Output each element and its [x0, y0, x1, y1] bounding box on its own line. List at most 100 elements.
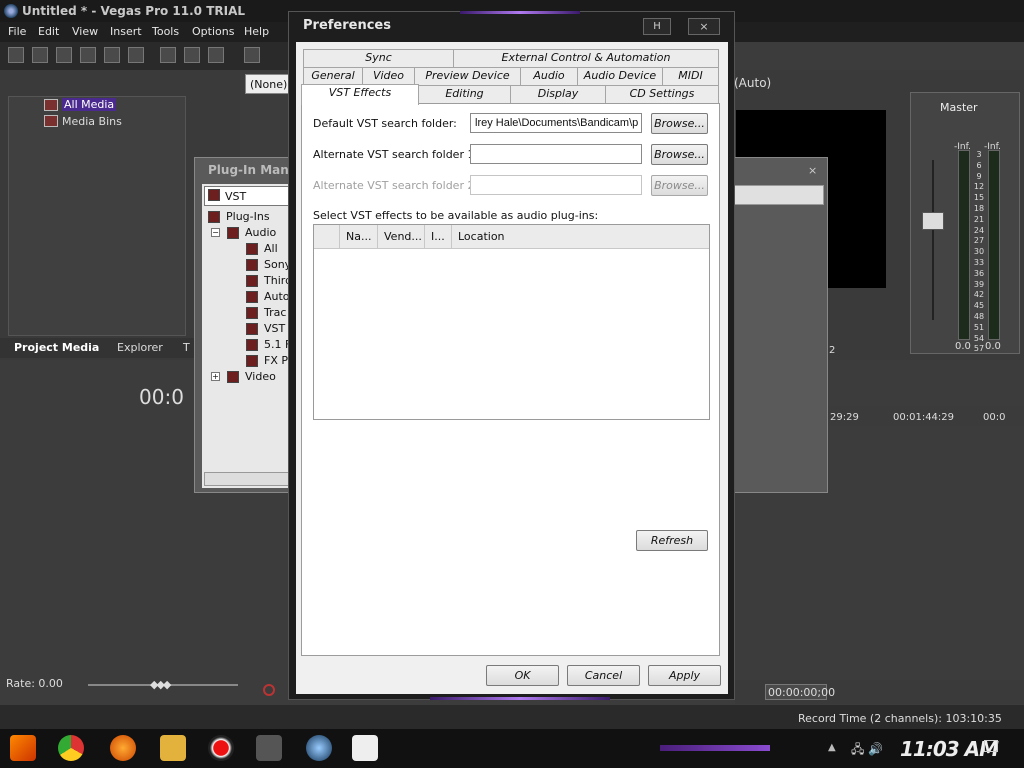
- render-icon[interactable]: [104, 47, 120, 63]
- col-id[interactable]: I...: [425, 225, 452, 249]
- none-selector[interactable]: (None): [245, 74, 289, 94]
- new-icon[interactable]: [8, 47, 24, 63]
- col-name[interactable]: Na...: [340, 225, 378, 249]
- tray-expand-icon[interactable]: ▲: [828, 742, 836, 753]
- file-explorer-icon[interactable]: [160, 735, 186, 761]
- plugin-tree-item[interactable]: Audio: [245, 226, 276, 239]
- dialog-close-button[interactable]: ×: [688, 18, 720, 35]
- db-scale-mark: 42: [973, 290, 985, 300]
- firefox-icon[interactable]: [110, 735, 136, 761]
- bandicam-icon[interactable]: [208, 735, 234, 761]
- plugin-tree-item[interactable]: All: [264, 242, 278, 255]
- menu-options[interactable]: Options: [192, 25, 234, 38]
- tab-project-media[interactable]: Project Media: [14, 341, 99, 354]
- plugin-tree-item[interactable]: Plug-Ins: [226, 210, 270, 223]
- ruler-label: 29:29: [830, 412, 859, 423]
- db-scale-mark: 30: [973, 247, 985, 257]
- cursor-time-field[interactable]: 00:00:00;00: [765, 684, 835, 700]
- rate-slider-thumb-icon[interactable]: ◆◆◆: [150, 678, 174, 691]
- start-icon[interactable]: [10, 735, 36, 761]
- tab-display[interactable]: Display: [510, 85, 606, 103]
- fader-track: [932, 160, 934, 320]
- expand-icon[interactable]: +: [211, 372, 220, 381]
- tab-explorer[interactable]: Explorer: [117, 341, 163, 354]
- tab-transitions[interactable]: T: [183, 341, 190, 354]
- col-checkbox[interactable]: [314, 225, 340, 249]
- meter-left: [958, 150, 970, 340]
- master-label: Master: [940, 101, 978, 114]
- alt-folder-2-field[interactable]: [470, 175, 642, 195]
- app-title: Untitled * - Vegas Pro 11.0 TRIAL: [22, 4, 246, 18]
- tab-cd-settings[interactable]: CD Settings: [605, 85, 719, 103]
- browse-alt-2-button[interactable]: Browse...: [651, 175, 708, 196]
- menu-help[interactable]: Help: [244, 25, 269, 38]
- browse-alt-1-button[interactable]: Browse...: [651, 144, 708, 165]
- properties-icon[interactable]: [128, 47, 144, 63]
- preview-quality-selector[interactable]: (Auto): [734, 76, 771, 90]
- tab-audio-device[interactable]: Audio Device: [577, 67, 663, 85]
- browse-default-button[interactable]: Browse...: [651, 113, 708, 134]
- alt-folder-1-field[interactable]: [470, 144, 642, 164]
- system-tray-icons[interactable]: 🖧 🔊: [851, 740, 883, 761]
- dialog-accent-top: [460, 11, 580, 14]
- plugin-tree-item[interactable]: Video: [245, 370, 276, 383]
- col-vendor[interactable]: Vend...: [378, 225, 425, 249]
- apply-button[interactable]: Apply: [648, 665, 721, 686]
- tab-sync[interactable]: Sync: [303, 49, 454, 67]
- save-as-icon[interactable]: [80, 47, 96, 63]
- undo-icon[interactable]: [244, 47, 260, 63]
- db-scale-mark: 27: [973, 236, 985, 246]
- dialog-help-button[interactable]: H: [643, 18, 671, 35]
- menu-insert[interactable]: Insert: [110, 25, 142, 38]
- cancel-button[interactable]: Cancel: [567, 665, 640, 686]
- plugin-folder-icon: [208, 211, 220, 223]
- col-location[interactable]: Location: [452, 225, 709, 249]
- tab-external-control[interactable]: External Control & Automation: [453, 49, 719, 67]
- refresh-button[interactable]: Refresh: [636, 530, 708, 551]
- tab-general[interactable]: General: [303, 67, 363, 85]
- plugin-folder-icon: [246, 291, 258, 303]
- all-media-item[interactable]: All Media: [62, 98, 117, 111]
- tab-video[interactable]: Video: [362, 67, 415, 85]
- tab-preview-device[interactable]: Preview Device: [414, 67, 521, 85]
- notification-icon[interactable]: [984, 740, 998, 752]
- default-folder-field[interactable]: lrey Hale\Documents\Bandicam\p: [470, 113, 642, 133]
- plugin-folder-icon: [246, 243, 258, 255]
- alt-folder-1-label: Alternate VST search folder 1:: [313, 148, 479, 161]
- menu-file[interactable]: File: [8, 25, 26, 38]
- chrome-icon[interactable]: [58, 735, 84, 761]
- tab-vst-effects[interactable]: VST Effects: [301, 84, 419, 105]
- db-scale-mark: 33: [973, 257, 985, 267]
- ok-button[interactable]: OK: [486, 665, 559, 686]
- vst-effects-list[interactable]: [313, 224, 710, 420]
- tab-editing[interactable]: Editing: [418, 85, 511, 103]
- plugin-tree-item[interactable]: Trac: [264, 306, 286, 319]
- 7zip-icon[interactable]: [352, 735, 378, 761]
- open-icon[interactable]: [32, 47, 48, 63]
- menu-edit[interactable]: Edit: [38, 25, 59, 38]
- plugin-tree-item[interactable]: Auto: [264, 290, 290, 303]
- master-fader[interactable]: [922, 212, 944, 230]
- paste-icon[interactable]: [208, 47, 224, 63]
- vegas-taskbar-icon[interactable]: [306, 735, 332, 761]
- copy-icon[interactable]: [184, 47, 200, 63]
- dialog-title: Preferences: [303, 18, 391, 33]
- collapse-icon[interactable]: −: [211, 228, 220, 237]
- media-bins-item[interactable]: Media Bins: [62, 115, 122, 128]
- tab-midi[interactable]: MIDI: [662, 67, 719, 85]
- close-icon[interactable]: ×: [808, 164, 822, 178]
- menu-tools[interactable]: Tools: [152, 25, 179, 38]
- plugin-folder-icon: [246, 355, 258, 367]
- record-button[interactable]: [263, 684, 275, 696]
- menu-view[interactable]: View: [72, 25, 98, 38]
- tab-audio[interactable]: Audio: [520, 67, 578, 85]
- save-icon[interactable]: [56, 47, 72, 63]
- db-scale: 3 6 9 12 15 18 21 24 27 30 33 36 39 42 45 48 51 54 57: [971, 150, 987, 355]
- cut-icon[interactable]: [160, 47, 176, 63]
- video-editor-icon[interactable]: [256, 735, 282, 761]
- plugin-tree-scrollbar[interactable]: [204, 472, 290, 486]
- db-scale-mark: 36: [973, 268, 985, 278]
- plugin-tree-item[interactable]: VST: [264, 322, 285, 335]
- plugin-folder-icon: [227, 227, 239, 239]
- db-scale-mark: 18: [973, 203, 985, 213]
